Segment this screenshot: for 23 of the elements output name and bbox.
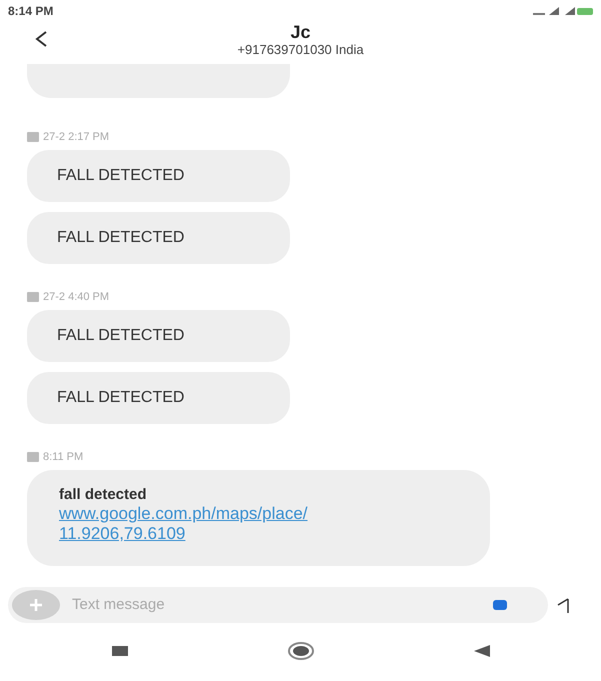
sim-card-icon (27, 132, 39, 142)
contact-number: +917639701030 India (237, 42, 364, 58)
message-bubble: FALL DETECTED (27, 310, 290, 362)
message-input[interactable]: Text message (72, 594, 492, 616)
sim-icon[interactable] (492, 599, 508, 611)
sim-card-icon (27, 292, 39, 302)
back-triangle-icon[interactable] (474, 645, 490, 657)
contact-name: Jc (290, 22, 311, 42)
message-field[interactable]: Text message (8, 587, 548, 623)
message-timestamp: 27-2 2:17 PM (43, 130, 110, 145)
square-icon[interactable] (112, 646, 128, 656)
back-icon[interactable] (34, 30, 48, 48)
message-bubble: FALL DETECTED (27, 372, 290, 424)
message-timestamp: 27-2 4:40 PM (43, 290, 110, 305)
message-bubble: FALL DETECTED (27, 150, 290, 202)
message-text: fall detected (59, 486, 148, 504)
signal-icon (533, 5, 593, 17)
map-link[interactable]: www.google.com.ph/maps/place/ 11.9206,79.6109 (59, 504, 459, 544)
sim-card-icon (27, 452, 39, 462)
message-timestamp: 8:11 PM (43, 450, 84, 465)
status-time: 8:14 PM (8, 3, 54, 20)
message-bubble: FALL DETECTED (27, 212, 290, 264)
home-icon[interactable] (288, 642, 314, 660)
